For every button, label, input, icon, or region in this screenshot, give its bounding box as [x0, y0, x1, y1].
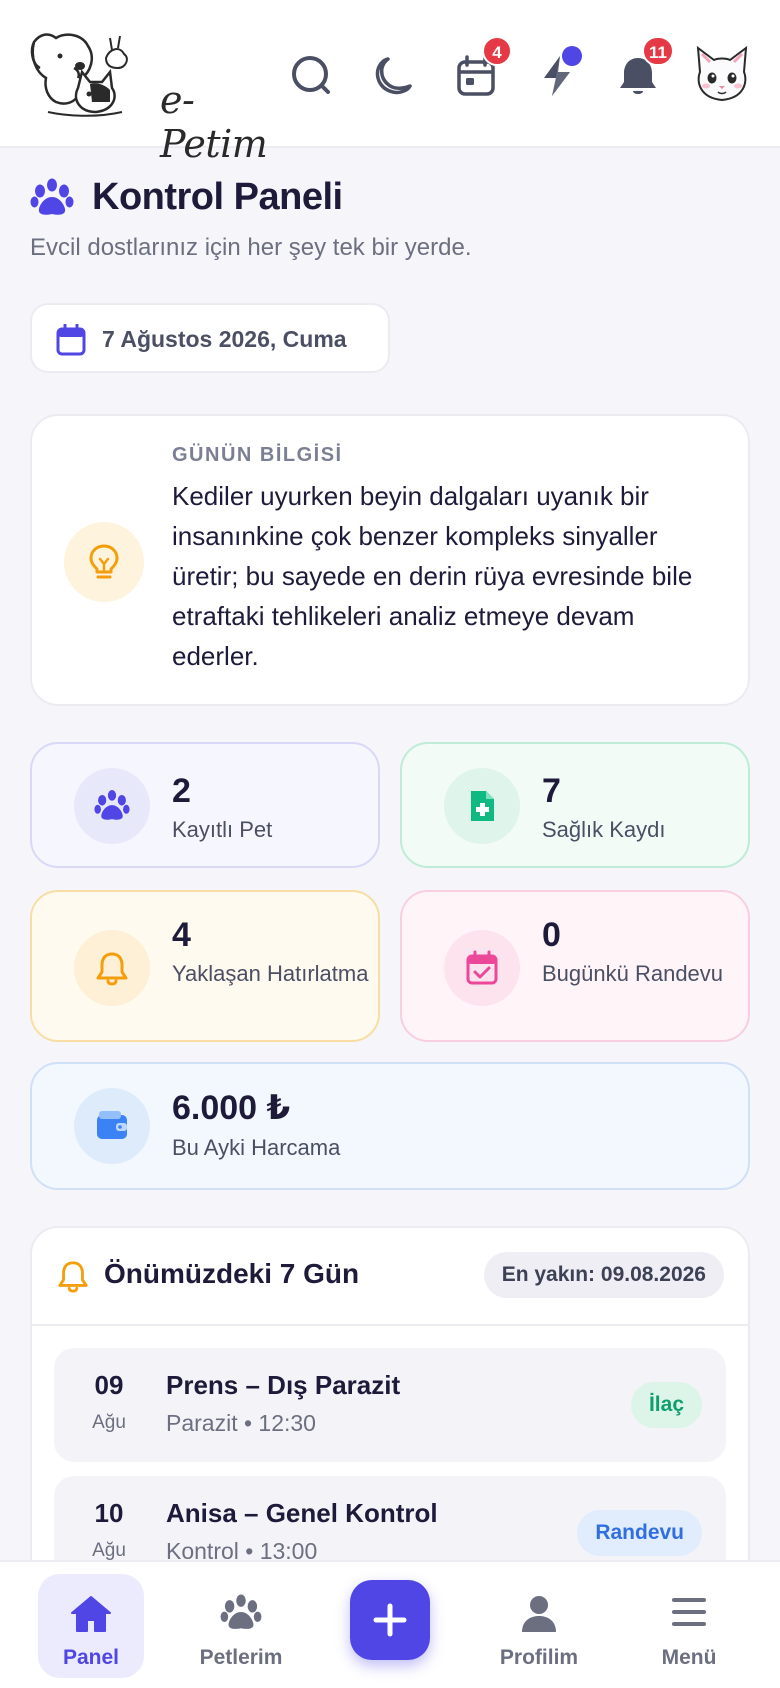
stat-card-pets[interactable]: 2 Kayıtlı Pet — [30, 742, 380, 868]
moon-icon — [375, 57, 412, 95]
paw-icon — [30, 178, 74, 215]
stat-icon-circle — [74, 1088, 150, 1164]
page-title: Kontrol Paneli — [92, 176, 343, 218]
event-month: Ağu — [92, 1540, 126, 1561]
wallet-icon — [97, 1111, 127, 1139]
paw-icon — [220, 1594, 262, 1629]
pets-logo-icon — [30, 33, 128, 117]
nav-profile[interactable]: Profilim — [486, 1574, 592, 1678]
bottom-navigation: Panel Petlerim Profilim Menü — [0, 1560, 780, 1688]
stat-card-spending[interactable]: 6.000 ₺ Bu Ayki Harcama — [30, 1062, 750, 1190]
stat-label: Bu Ayki Harcama — [172, 1135, 341, 1160]
nav-pets[interactable]: Petlerim — [188, 1574, 294, 1678]
stat-icon-circle — [444, 768, 520, 844]
nav-label: Panel — [62, 1646, 120, 1669]
quick-actions-button[interactable] — [532, 46, 584, 102]
current-date: 7 Ağustos 2026, Cuma — [102, 326, 347, 352]
search-button[interactable] — [286, 50, 338, 102]
stat-card-reminders[interactable]: 4 Yaklaşan Hatırlatma — [30, 890, 380, 1042]
calendar-badge: 4 — [482, 36, 512, 66]
nav-label: Petlerim — [199, 1646, 283, 1669]
stat-label: Sağlık Kaydı — [542, 817, 666, 842]
nav-label: Profilim — [499, 1646, 579, 1669]
event-tag-appointment: Randevu — [577, 1510, 702, 1556]
calendar-check-icon — [466, 950, 498, 985]
bell-icon — [58, 1261, 88, 1293]
upcoming-title: Önümüzdeki 7 Gün — [104, 1258, 360, 1289]
medical-file-icon — [471, 791, 494, 821]
event-month: Ağu — [92, 1412, 126, 1433]
stat-label: Yaklaşan Hatırlatma — [172, 961, 369, 986]
stat-value: 2 — [172, 772, 191, 810]
notifications-button[interactable]: 11 — [612, 36, 674, 102]
menu-icon — [672, 1598, 706, 1626]
dark-mode-toggle[interactable] — [368, 50, 420, 102]
calendar-button[interactable]: 4 — [450, 36, 512, 102]
lightbulb-icon — [89, 544, 119, 579]
plus-icon — [373, 1603, 407, 1637]
search-icon — [292, 56, 330, 94]
nav-panel[interactable]: Panel — [38, 1574, 144, 1678]
top-bar: e-Petim 4 11 — [0, 0, 780, 166]
add-button[interactable] — [350, 1580, 430, 1660]
stat-icon-circle — [74, 930, 150, 1006]
event-title: Prens – Dış Parazit — [166, 1370, 401, 1400]
update-dot — [562, 46, 582, 66]
event-tag-medicine: İlaç — [630, 1382, 702, 1428]
current-date-pill: 7 Ağustos 2026, Cuma — [30, 303, 390, 373]
tip-label: GÜNÜN BİLGİSİ — [172, 444, 343, 466]
notifications-badge: 11 — [642, 36, 674, 66]
daily-tip-card: GÜNÜN BİLGİSİ Kediler uyurken beyin dalg… — [30, 414, 750, 706]
tip-icon-circle — [64, 522, 144, 602]
divider — [32, 1324, 748, 1326]
stat-icon-circle — [74, 768, 150, 844]
stat-icon-circle — [444, 930, 520, 1006]
logo-text: e-Petim — [160, 78, 268, 166]
event-row[interactable]: 09 Ağu Prens – Dış Parazit Parazit • 12:… — [54, 1348, 726, 1462]
nav-label: Menü — [661, 1646, 717, 1669]
stat-label: Kayıtlı Pet — [172, 817, 273, 842]
stat-label: Bugünkü Randevu — [542, 961, 724, 986]
stat-card-health[interactable]: 7 Sağlık Kaydı — [400, 742, 750, 868]
home-icon — [71, 1596, 111, 1632]
calendar-icon — [56, 324, 86, 356]
nav-menu[interactable]: Menü — [636, 1574, 742, 1678]
user-icon — [522, 1596, 556, 1632]
stat-value: 7 — [542, 772, 561, 810]
user-avatar[interactable] — [690, 42, 754, 106]
stat-card-appointments[interactable]: 0 Bugünkü Randevu — [400, 890, 750, 1042]
nearest-date-pill: En yakın: 09.08.2026 — [483, 1252, 724, 1298]
event-day: 10 — [94, 1498, 124, 1528]
app-logo[interactable]: e-Petim — [26, 28, 268, 166]
event-subtitle: Parazit • 12:30 — [166, 1410, 316, 1436]
stat-value: 4 — [172, 916, 191, 954]
event-day: 09 — [94, 1370, 124, 1400]
stat-value: 0 — [542, 916, 561, 954]
page-subtitle: Evcil dostlarınız için her şey tek bir y… — [30, 234, 472, 261]
tip-text: Kediler uyurken beyin dalgaları uyanık b… — [172, 481, 693, 671]
event-title: Anisa – Genel Kontrol — [166, 1498, 438, 1528]
paw-icon — [94, 790, 130, 820]
stat-value: 6.000 ₺ — [172, 1089, 291, 1127]
bell-icon — [96, 952, 128, 986]
cat-avatar-icon — [696, 45, 748, 102]
